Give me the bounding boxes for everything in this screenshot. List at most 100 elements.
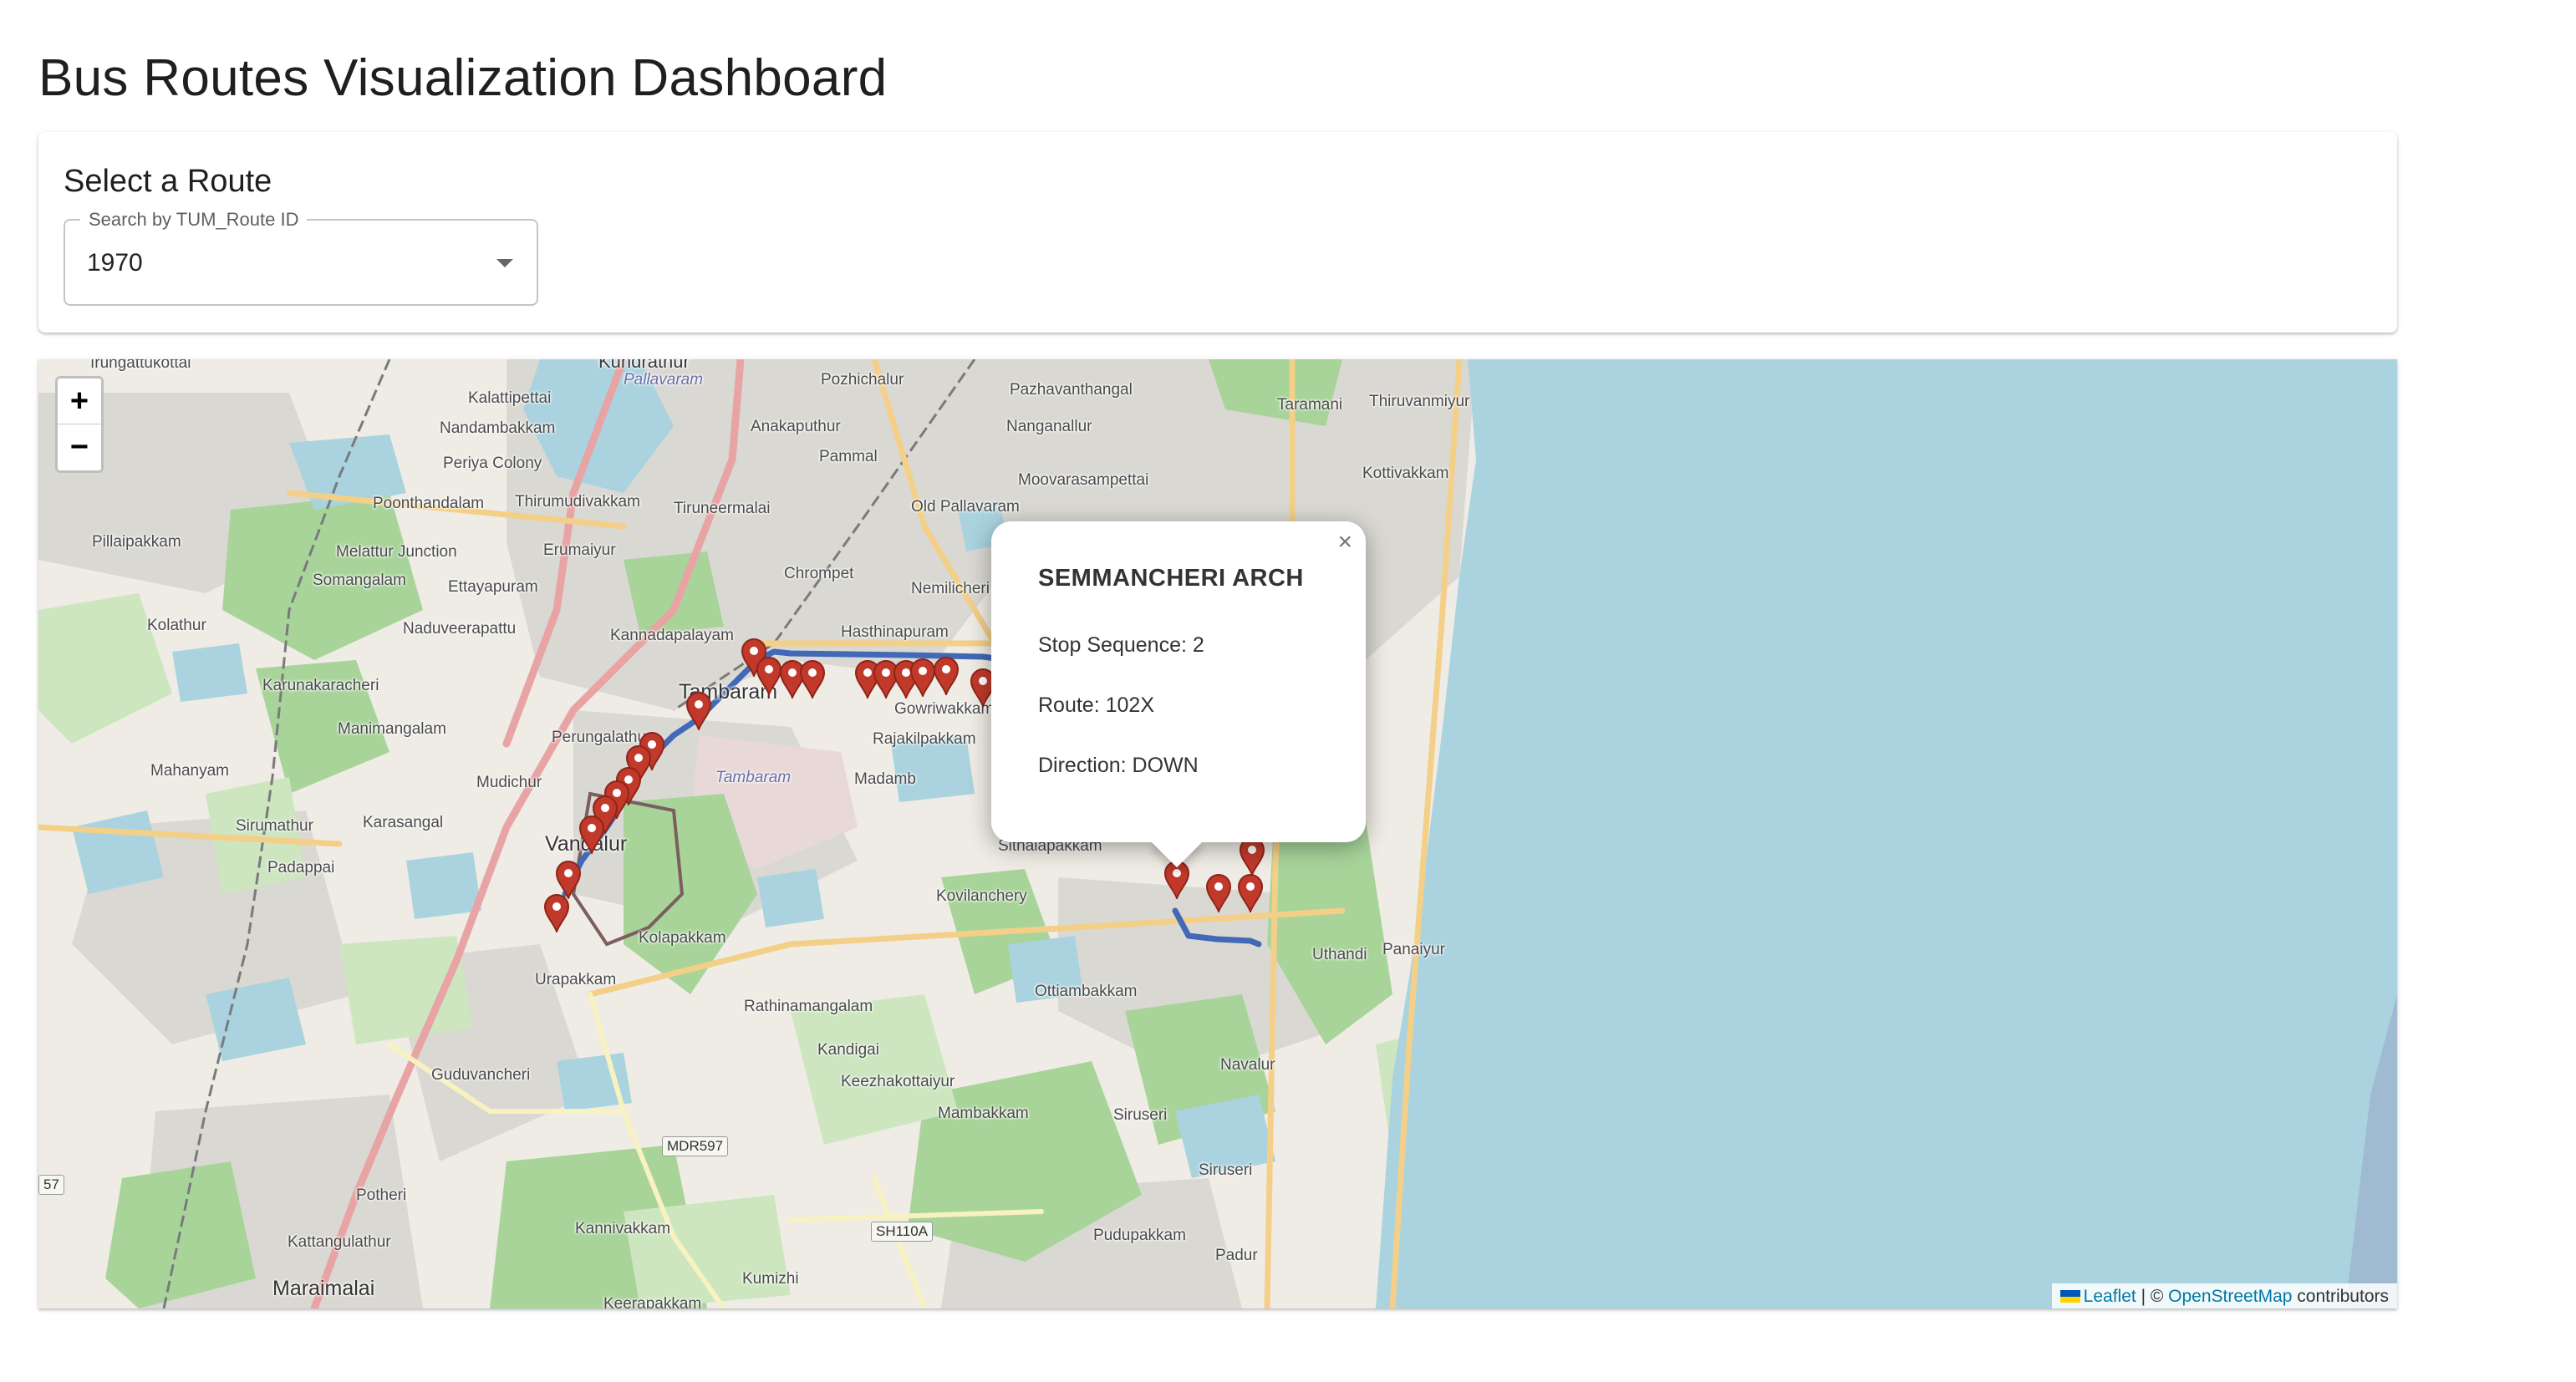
zoom-out-button[interactable]: − <box>58 424 101 470</box>
road-shield-mdr597: MDR597 <box>662 1136 729 1156</box>
map-attribution: Leaflet | © OpenStreetMap contributors <box>2051 1283 2397 1308</box>
map-label-nemilicheri: Nemilicheri <box>911 580 990 597</box>
map-label-manimangalam: Manimangalam <box>338 720 446 738</box>
attribution-suffix: contributors <box>2297 1287 2389 1306</box>
map-label-kolathur: Kolathur <box>147 617 206 634</box>
map-label-potheri: Potheri <box>356 1186 407 1204</box>
map-marker-icon <box>933 657 960 697</box>
map-label-kumizhi: Kumizhi <box>742 1270 799 1288</box>
map-label-uthandi-visible: Uthandi <box>1312 946 1367 963</box>
ukraine-flag-icon <box>2059 1290 2080 1303</box>
map-label-padur: Padur <box>1215 1247 1258 1264</box>
map-label-naduveerapattu: Naduveerapattu <box>403 620 517 638</box>
popup-stop-name: SEMMANCHERI ARCH <box>1038 565 1304 592</box>
leaflet-link[interactable]: Leaflet <box>2084 1287 2136 1306</box>
map-label-taramani: Taramani <box>1277 396 1343 414</box>
map-label-mudichur: Mudichur <box>476 774 542 791</box>
map-label-pudupakkam: Pudupakkam <box>1093 1227 1186 1244</box>
map-label-nandambakkam: Nandambakkam <box>440 419 556 437</box>
bus-stop-marker[interactable] <box>1237 874 1264 914</box>
route-selector-heading: Select a Route <box>64 164 272 199</box>
popup-direction: Direction: DOWN <box>1038 754 1199 777</box>
chevron-down-icon[interactable] <box>496 259 513 267</box>
map-label-karasangal: Karasangal <box>363 814 444 831</box>
bus-stop-marker[interactable] <box>1239 837 1265 877</box>
map-label-periya-colony: Periya Colony <box>443 455 542 472</box>
map-label-pallavaram-water: Pallavaram <box>624 371 704 389</box>
map-label-tambaram-water: Tambaram <box>715 769 792 786</box>
map-marker-icon <box>543 894 570 934</box>
stop-info-popup: × SEMMANCHERI ARCH Stop Sequence: 2 Rout… <box>991 521 1366 868</box>
attribution-separator: | © <box>2141 1287 2164 1306</box>
route-id-select[interactable]: Search by TUM_Route ID 1970 <box>64 209 538 306</box>
map-label-anakaputhur: Anakaputhur <box>751 418 841 435</box>
map-label-somangalam: Somangalam <box>313 572 406 589</box>
map-label-panaiyur: Panaiyur <box>1382 941 1445 958</box>
map-label-kannivakkam: Kannivakkam <box>575 1220 671 1237</box>
bus-stop-marker[interactable] <box>685 692 712 732</box>
map-label-siruseri: Siruseri <box>1113 1106 1168 1124</box>
bus-stop-marker[interactable] <box>799 660 826 700</box>
zoom-control: + − <box>55 376 104 473</box>
map-label-maraimalai: Maraimalai <box>272 1277 375 1300</box>
bus-stop-marker[interactable] <box>578 815 605 856</box>
map-label-rathinamangalam: Rathinamangalam <box>744 998 873 1015</box>
route-map[interactable]: Irungattukottai Kundrathur Pallavaram Ka… <box>38 359 2397 1308</box>
map-label-kolapakkam: Kolapakkam <box>639 929 726 947</box>
map-label-rajakilpakkam: Rajakilpakkam <box>873 730 976 748</box>
map-label-pillaipakkam: Pillaipakkam <box>92 533 181 551</box>
page-title: Bus Routes Visualization Dashboard <box>38 49 888 107</box>
map-label-perungalathur: Perungalathur <box>552 729 652 746</box>
map-marker-icon <box>685 692 712 732</box>
map-label-hasthinapuram: Hasthinapuram <box>841 623 949 641</box>
map-label-ettayapuram: Ettayapuram <box>448 578 538 596</box>
map-label-nanganallur: Nanganallur <box>1006 418 1092 435</box>
route-id-select-label: Search by TUM_Route ID <box>80 209 308 231</box>
bus-stop-marker[interactable] <box>543 894 570 934</box>
map-marker-icon <box>799 660 826 700</box>
map-label-kannadapalayam: Kannadapalayam <box>610 627 734 644</box>
map-marker-icon <box>1237 874 1264 914</box>
map-label-pozhichalur: Pozhichalur <box>821 371 904 389</box>
route-selector-card: Select a Route Search by TUM_Route ID 19… <box>38 132 2397 333</box>
map-label-urapakkam: Urapakkam <box>535 971 617 988</box>
map-label-pammal: Pammal <box>819 448 878 465</box>
route-id-select-value: 1970 <box>87 249 143 277</box>
map-label-padappai: Padappai <box>267 859 335 876</box>
popup-route: Route: 102X <box>1038 694 1154 717</box>
zoom-in-button[interactable]: + <box>58 379 101 424</box>
map-label-kottivakkam: Kottivakkam <box>1362 465 1449 482</box>
osm-link[interactable]: OpenStreetMap <box>2168 1287 2292 1306</box>
map-label-moovarasampettai: Moovarasampettai <box>1018 471 1149 489</box>
road-shield-57: 57 <box>38 1175 64 1195</box>
close-icon[interactable]: × <box>1337 528 1352 556</box>
bus-stop-marker[interactable] <box>1205 874 1232 914</box>
map-label-kalattipettai: Kalattipettai <box>468 389 552 407</box>
map-label-irungattukottai: Irungattukottai <box>90 359 191 372</box>
map-label-pazhavanthangal: Pazhavanthangal <box>1010 381 1133 399</box>
map-label-sirumathur: Sirumathur <box>236 817 313 835</box>
map-marker-icon <box>1239 837 1265 877</box>
map-label-guduvancheri: Guduvancheri <box>431 1066 531 1084</box>
map-label-siruseri-south: Siruseri <box>1199 1161 1253 1179</box>
map-label-navalur: Navalur <box>1220 1056 1275 1074</box>
map-marker-icon <box>578 815 605 856</box>
map-label-madamb: Madamb <box>854 770 916 788</box>
map-label-melattur-junction: Melattur Junction <box>336 543 457 561</box>
bus-stop-marker[interactable] <box>933 657 960 697</box>
map-label-erumaiyur: Erumaiyur <box>543 541 616 559</box>
map-marker-icon <box>1205 874 1232 914</box>
map-label-kovilanchery: Kovilanchery <box>936 887 1027 905</box>
map-label-mahanyam: Mahanyam <box>150 762 229 780</box>
map-label-chrompet: Chrompet <box>784 565 854 582</box>
map-label-thirumudivakkam: Thirumudivakkam <box>515 493 640 511</box>
map-label-keezhakottaiyur: Keezhakottaiyur <box>841 1073 955 1090</box>
map-label-mambakkam: Mambakkam <box>938 1105 1029 1122</box>
map-label-keerapakkam: Keerapakkam <box>603 1295 702 1308</box>
map-label-old-pallavaram: Old Pallavaram <box>911 498 1020 516</box>
road-shield-sh110a: SH110A <box>871 1222 934 1242</box>
map-label-thiruvanmiyur: Thiruvanmiyur <box>1369 393 1470 410</box>
map-label-kandigai: Kandigai <box>817 1041 879 1059</box>
map-label-ottiambakkam: Ottiambakkam <box>1035 983 1138 1000</box>
map-label-poonthandalam: Poonthandalam <box>373 495 485 512</box>
